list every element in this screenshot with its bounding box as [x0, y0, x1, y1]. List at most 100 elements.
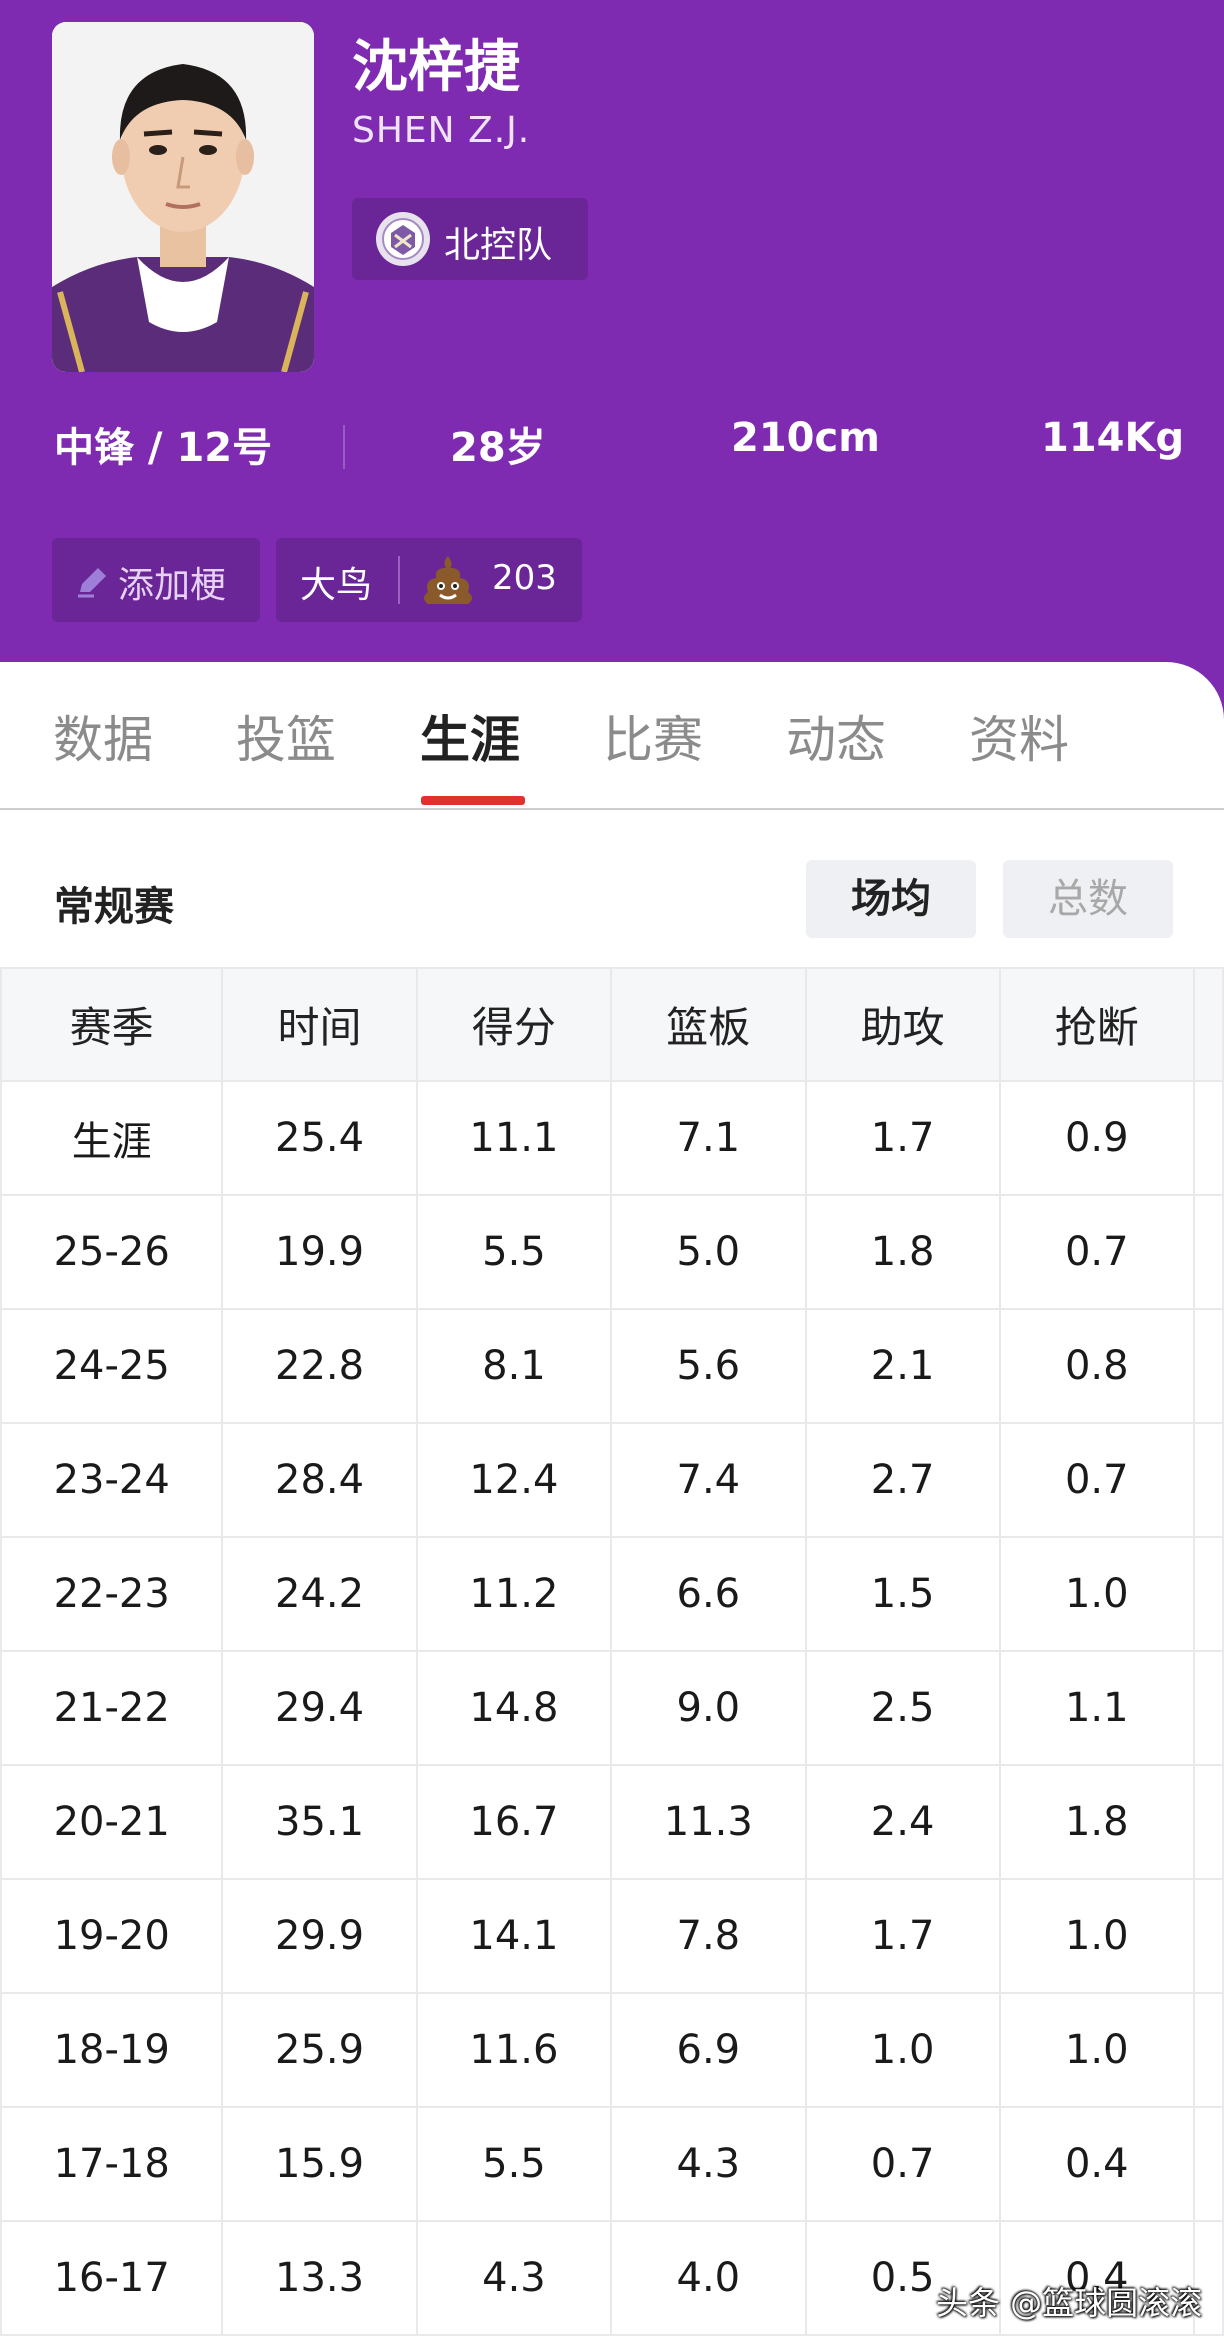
stat-cell: 1.0: [998, 1878, 1195, 1994]
table-row: 23-24 28.4 12.4 7.4 2.7 0.7: [0, 1422, 1224, 1538]
stat-cell: 5.0: [610, 1194, 807, 1310]
stat-cell: 2.1: [804, 1308, 1001, 1424]
stat-cell: 7.8: [610, 1878, 807, 1994]
season-cell: 19-20: [0, 1878, 224, 1994]
active-tab-indicator: [421, 796, 525, 805]
stat-cell: 0.7: [998, 1422, 1195, 1538]
stat-cell: 5.5: [415, 1194, 613, 1310]
overflow-cell: [1192, 1650, 1224, 1766]
team-chip[interactable]: 北控队: [352, 198, 588, 280]
table-row: 22-23 24.2 11.2 6.6 1.5 1.0: [0, 1536, 1224, 1652]
team-logo-icon: [376, 212, 430, 266]
table-row: 19-20 29.9 14.1 7.8 1.7 1.0: [0, 1878, 1224, 1994]
tab-news[interactable]: 动态: [786, 700, 886, 772]
stat-cell: 6.6: [610, 1536, 807, 1652]
table-row: 18-19 25.9 11.6 6.9 1.0 1.0: [0, 1992, 1224, 2108]
season-cell: 20-21: [0, 1764, 224, 1880]
season-cell: 18-19: [0, 1992, 224, 2108]
stat-cell: 6.9: [610, 1992, 807, 2108]
overflow-cell: [1192, 1422, 1224, 1538]
tab-shooting[interactable]: 投篮: [236, 700, 336, 772]
table-row: 21-22 29.4 14.8 9.0 2.5 1.1: [0, 1650, 1224, 1766]
stat-cell: 2.4: [804, 1764, 1001, 1880]
stat-cell: 1.8: [998, 1764, 1195, 1880]
nickname-chip[interactable]: 大鸟 203: [276, 538, 582, 622]
stat-cell: 1.1: [998, 1650, 1195, 1766]
season-cell: 17-18: [0, 2106, 224, 2222]
stat-cell: 19.9: [221, 1194, 418, 1310]
column-header: 时间: [221, 967, 418, 1082]
stat-cell: 11.2: [415, 1536, 613, 1652]
player-age: 28岁: [450, 425, 546, 471]
stat-cell: 14.8: [415, 1650, 613, 1766]
player-weight: 114Kg: [1041, 415, 1185, 461]
tab-data[interactable]: 数据: [53, 700, 153, 772]
stat-cell: 4.3: [415, 2220, 613, 2336]
tab-games[interactable]: 比赛: [603, 700, 703, 772]
overflow-cell: [1192, 1536, 1224, 1652]
stat-cell: 7.1: [610, 1080, 807, 1196]
season-cell: 16-17: [0, 2220, 224, 2336]
nickname-label: 大鸟: [300, 565, 373, 606]
poop-emoji-icon: [424, 556, 472, 604]
stat-cell: 1.7: [804, 1878, 1001, 1994]
stat-cell: 5.5: [415, 2106, 613, 2222]
stat-cell: 1.0: [804, 1992, 1001, 2108]
column-header-overflow: [1192, 967, 1224, 1082]
player-name-en: SHEN Z.J.: [352, 110, 531, 151]
stat-cell: 29.4: [221, 1650, 418, 1766]
season-cell: 生涯: [0, 1080, 224, 1196]
stat-cell: 1.8: [804, 1194, 1001, 1310]
overflow-cell: [1192, 1764, 1224, 1880]
stat-cell: 25.9: [221, 1992, 418, 2108]
overflow-cell: [1192, 1194, 1224, 1310]
stat-cell: 0.7: [804, 2106, 1001, 2222]
tab-profile[interactable]: 资料: [969, 700, 1069, 772]
column-header: 得分: [415, 967, 613, 1082]
stat-cell: 16.7: [415, 1764, 613, 1880]
stat-cell: 13.3: [221, 2220, 418, 2336]
stat-cell: 24.2: [221, 1536, 418, 1652]
watermark: 头条 @篮球圆滚滚: [936, 2284, 1203, 2322]
stat-cell: 2.7: [804, 1422, 1001, 1538]
column-header: 抢断: [998, 967, 1195, 1082]
stat-cell: 0.4: [998, 2106, 1195, 2222]
stat-cell: 22.8: [221, 1308, 418, 1424]
nickname-divider: [398, 556, 400, 604]
column-header: 赛季: [0, 967, 224, 1082]
stat-cell: 28.4: [221, 1422, 418, 1538]
stat-cell: 0.7: [998, 1194, 1195, 1310]
meta-divider: [343, 425, 345, 469]
tab-career[interactable]: 生涯: [420, 700, 520, 772]
overflow-cell: [1192, 1308, 1224, 1424]
player-height: 210cm: [731, 415, 880, 461]
stat-cell: 0.8: [998, 1308, 1195, 1424]
toggle-total-button[interactable]: 总数: [1003, 860, 1173, 938]
table-row: 20-21 35.1 16.7 11.3 2.4 1.8: [0, 1764, 1224, 1880]
column-header: 篮板: [610, 967, 807, 1082]
stat-cell: 4.0: [610, 2220, 807, 2336]
player-photo: [52, 22, 314, 372]
stat-cell: 8.1: [415, 1308, 613, 1424]
table-row: 生涯 25.4 11.1 7.1 1.7 0.9: [0, 1080, 1224, 1196]
column-header: 助攻: [804, 967, 1001, 1082]
table-row: 24-25 22.8 8.1 5.6 2.1 0.8: [0, 1308, 1224, 1424]
toggle-average-button[interactable]: 场均: [806, 860, 976, 938]
stat-cell: 4.3: [610, 2106, 807, 2222]
season-cell: 22-23: [0, 1536, 224, 1652]
pencil-icon: [78, 568, 106, 598]
season-cell: 23-24: [0, 1422, 224, 1538]
stat-cell: 12.4: [415, 1422, 613, 1538]
stat-cell: 29.9: [221, 1878, 418, 1994]
player-name-cn: 沈梓捷: [352, 35, 520, 100]
overflow-cell: [1192, 1080, 1224, 1196]
stat-cell: 5.6: [610, 1308, 807, 1424]
stat-cell: 7.4: [610, 1422, 807, 1538]
stat-cell: 1.0: [998, 1992, 1195, 2108]
stat-cell: 2.5: [804, 1650, 1001, 1766]
add-nickname-button[interactable]: 添加梗: [52, 538, 260, 622]
section-title: 常规赛: [54, 884, 174, 930]
stat-cell: 11.1: [415, 1080, 613, 1196]
add-nickname-label: 添加梗: [118, 565, 227, 606]
tab-bar: 数据 投篮 生涯 比赛 动态 资料: [0, 662, 1224, 810]
